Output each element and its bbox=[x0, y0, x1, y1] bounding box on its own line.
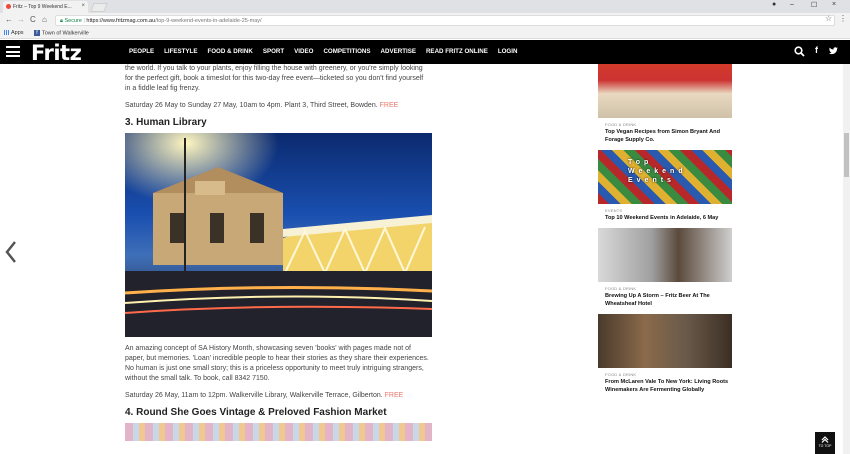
free-link[interactable]: FREE bbox=[385, 392, 404, 399]
bookmark-apps[interactable]: Apps bbox=[4, 30, 24, 36]
card-category: EVENTS bbox=[605, 208, 623, 213]
browser-toolbar: ← → C ⌂ 🔒︎ Secure | https://www.fritzmag… bbox=[0, 13, 850, 28]
nav-food-drink[interactable]: FOOD & DRINK bbox=[207, 48, 252, 55]
card-category: FOOD & DRINK bbox=[605, 122, 637, 127]
new-tab-button[interactable] bbox=[90, 3, 108, 12]
card-title[interactable]: Top 10 Weekend Events in Adelaide, 6 May bbox=[598, 214, 732, 222]
sidebar-card[interactable]: FOOD & DRINK Brewing Up A Storm – Fritz … bbox=[598, 228, 732, 308]
events-collage-image: Top Weekend Events bbox=[598, 150, 732, 204]
minimize-icon[interactable]: – bbox=[790, 1, 794, 8]
scrollbar-thumb[interactable] bbox=[844, 133, 849, 177]
back-arrow-icon[interactable]: ← bbox=[5, 15, 13, 24]
previous-arrow-icon[interactable] bbox=[5, 240, 17, 264]
browser-tab-bar: Fritz – Top 9 Weekend E... × ● – ☐ × bbox=[0, 0, 850, 13]
winemakers-image bbox=[598, 314, 732, 368]
maximize-icon[interactable]: ☐ bbox=[811, 1, 817, 9]
address-bar[interactable]: 🔒︎ Secure | https://www.fritzmag.com.au/… bbox=[55, 15, 835, 26]
hamburger-menu-icon[interactable] bbox=[6, 46, 20, 57]
bookmark-walkerville[interactable]: f Town of Walkerville bbox=[34, 30, 89, 36]
card-title[interactable]: From McLaren Vale To New York: Living Ro… bbox=[598, 378, 732, 394]
window-close-icon[interactable]: × bbox=[832, 1, 836, 8]
to-top-button[interactable]: TO TOP bbox=[815, 432, 835, 454]
sidebar: FOOD & DRINK Top Vegan Recipes from Simo… bbox=[598, 64, 732, 400]
fritz-logo[interactable]: Fritz bbox=[31, 41, 82, 65]
tab-close-icon[interactable]: × bbox=[81, 3, 85, 9]
url-domain: https://www.fritzmag.com.au bbox=[86, 18, 156, 24]
bookmarks-bar: Apps f Town of Walkerville bbox=[0, 28, 850, 39]
bookmark-star-icon[interactable]: ☆ bbox=[825, 14, 832, 23]
scrollbar-track[interactable] bbox=[843, 64, 850, 454]
apps-grid-icon bbox=[4, 30, 9, 36]
event-heading: 4. Round She Goes Vintage & Preloved Fas… bbox=[125, 407, 387, 418]
card-category: FOOD & DRINK bbox=[605, 372, 637, 377]
home-icon[interactable]: ⌂ bbox=[42, 15, 47, 24]
browser-menu-icon[interactable]: ⋮ bbox=[839, 14, 847, 23]
reload-icon[interactable]: C bbox=[30, 15, 36, 24]
nav-competitions[interactable]: COMPETITIONS bbox=[323, 48, 370, 55]
event-details: Saturday 26 May, 11am to 12pm. Walkervil… bbox=[125, 392, 404, 399]
nav-read-fritz-online[interactable]: READ FRITZ ONLINE bbox=[426, 48, 488, 55]
nav-lifestyle[interactable]: LIFESTYLE bbox=[164, 48, 197, 55]
facebook-icon: f bbox=[34, 30, 40, 36]
nav-people[interactable]: PEOPLE bbox=[129, 48, 154, 55]
secure-label: Secure bbox=[64, 18, 82, 24]
twitter-icon[interactable] bbox=[829, 47, 838, 55]
facebook-icon[interactable]: f bbox=[815, 45, 818, 55]
lock-icon: 🔒︎ bbox=[60, 18, 63, 24]
card-title[interactable]: Top Vegan Recipes from Simon Bryant And … bbox=[598, 128, 732, 144]
event-details: Saturday 26 May to Sunday 27 May, 10am t… bbox=[125, 102, 399, 109]
sidebar-card[interactable]: Top Weekend Events EVENTS Top 10 Weekend… bbox=[598, 150, 732, 222]
sidebar-card[interactable]: FOOD & DRINK Top Vegan Recipes from Simo… bbox=[598, 64, 732, 144]
sidebar-card[interactable]: FOOD & DRINK From McLaren Vale To New Yo… bbox=[598, 314, 732, 394]
card-category: FOOD & DRINK bbox=[605, 286, 637, 291]
article-paragraph: the world. If you talk to your plants, e… bbox=[125, 65, 424, 92]
brewer-portrait-image bbox=[598, 228, 732, 282]
url-path: /top-9-weekend-events-in-adelaide-25-may… bbox=[155, 18, 262, 24]
card-title[interactable]: Brewing Up A Storm – Fritz Beer At The W… bbox=[598, 292, 732, 308]
user-profile-icon[interactable]: ● bbox=[772, 1, 776, 8]
fritz-favicon-icon bbox=[6, 4, 11, 9]
nav-advertise[interactable]: ADVERTISE bbox=[381, 48, 416, 55]
event-heading: 3. Human Library bbox=[125, 117, 207, 128]
vegan-food-image bbox=[598, 64, 732, 118]
nav-login[interactable]: LOGIN bbox=[498, 48, 518, 55]
search-icon[interactable] bbox=[794, 46, 805, 57]
article-body: the world. If you talk to your plants, e… bbox=[125, 64, 432, 441]
fashion-market-photo bbox=[125, 423, 432, 441]
events-overlay-text: Top Weekend Events bbox=[628, 159, 687, 184]
human-library-photo bbox=[125, 133, 432, 337]
event-description: An amazing concept of SA History Month, … bbox=[125, 345, 429, 382]
browser-tab[interactable]: Fritz – Top 9 Weekend E... × bbox=[3, 1, 88, 13]
forward-arrow-icon[interactable]: → bbox=[17, 15, 25, 24]
main-nav: PEOPLE LIFESTYLE FOOD & DRINK SPORT VIDE… bbox=[129, 48, 517, 55]
free-link[interactable]: FREE bbox=[380, 102, 399, 109]
site-header: Fritz PEOPLE LIFESTYLE FOOD & DRINK SPOR… bbox=[0, 40, 850, 65]
to-top-label: TO TOP bbox=[818, 444, 832, 448]
chevron-up-icon bbox=[821, 436, 829, 443]
nav-video[interactable]: VIDEO bbox=[294, 48, 313, 55]
nav-sport[interactable]: SPORT bbox=[263, 48, 284, 55]
tab-title: Fritz – Top 9 Weekend E... bbox=[13, 4, 72, 10]
